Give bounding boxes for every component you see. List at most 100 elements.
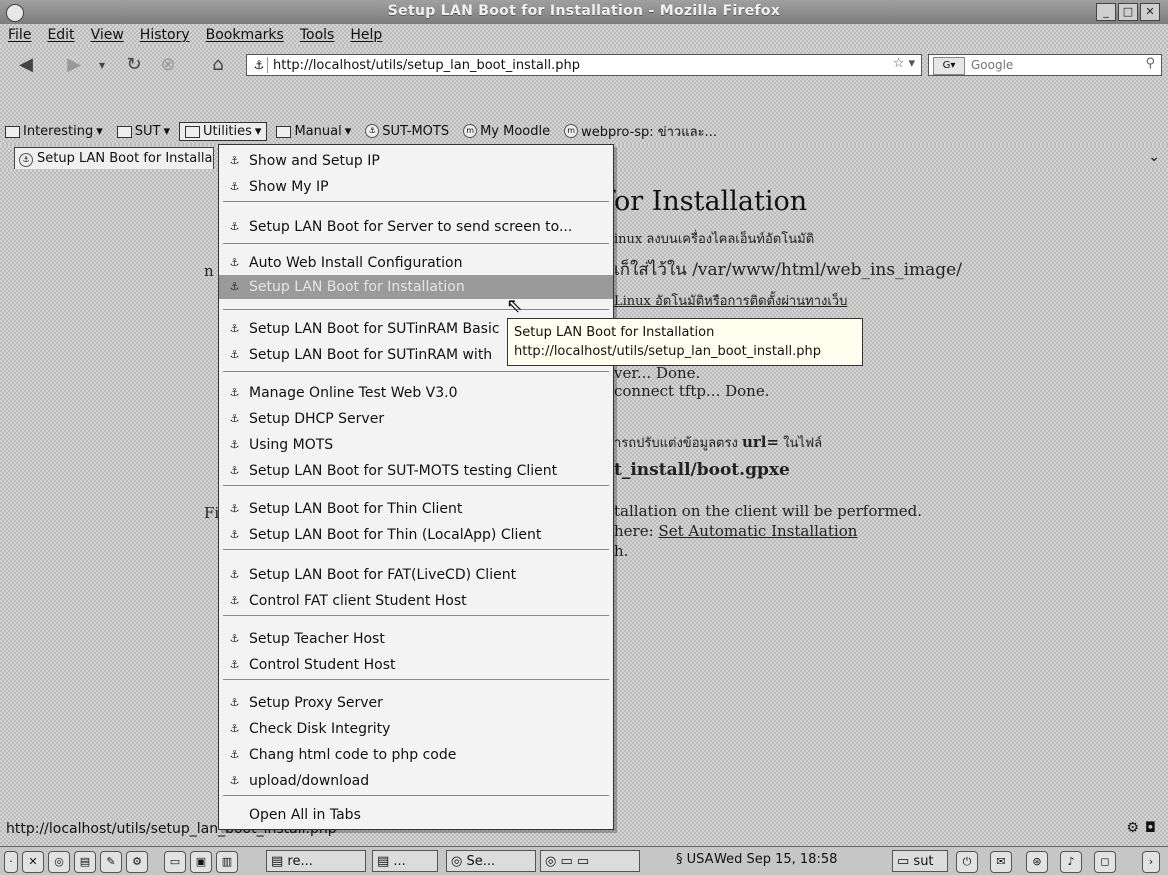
menu-item-manage-online-test-web-v3-0[interactable]: ⚓ Manage Online Test Web V3.0 xyxy=(219,381,613,405)
bookmark-webpro-sp[interactable]: m webpro-sp: ข่าวและ... xyxy=(559,120,722,143)
settings-launcher-icon[interactable]: ⚙ xyxy=(126,851,148,873)
bookmark-folder-utilities[interactable]: Utilities ▾ xyxy=(178,121,268,141)
url-bar[interactable]: ⚓ ☆ ▾ xyxy=(246,54,922,76)
reload-icon[interactable]: ↻ xyxy=(122,54,146,76)
menu-item-control-student-host[interactable]: ⚓ Control Student Host xyxy=(219,653,613,677)
taskbar-task-3[interactable]: ◎ Se... xyxy=(446,850,536,872)
menu-item-auto-web-install-configuration[interactable]: ⚓ Auto Web Install Configuration xyxy=(219,251,613,275)
chevron-down-icon: ▾ xyxy=(254,123,262,139)
bookmark-folder-sut[interactable]: SUT ▾ xyxy=(112,123,175,140)
page-line-6: ารถปรับแต่งข้อมูลตรง url= ในไฟล์ xyxy=(614,433,823,451)
page-line-8: tallation on the client will be performe… xyxy=(614,502,923,520)
page-heading: for Installation xyxy=(604,186,808,217)
taskbar: · ✕ ◎ ▤ ✎ ⚙ ▭ ▣ ▥ ▤ re... ▤ ... ◎ Se... … xyxy=(0,846,1168,875)
menu-item-setup-lan-boot-for-installation[interactable]: ⚓ Setup LAN Boot for Installation xyxy=(219,275,613,299)
menu-item-setup-lan-boot-for-thin-localapp-client[interactable]: ⚓ Setup LAN Boot for Thin (LocalApp) Clie… xyxy=(219,523,613,547)
menu-item-setup-proxy-server[interactable]: ⚓ Setup Proxy Server xyxy=(219,691,613,715)
anchor-icon: ⚓ xyxy=(229,220,240,233)
app-launcher-icon[interactable]: ✕ xyxy=(22,851,44,873)
folder-launcher-icon[interactable]: ▥ xyxy=(216,851,238,873)
set-automatic-installation-link[interactable]: Set Automatic Installation xyxy=(658,522,857,540)
menu-item-using-mots[interactable]: ⚓ Using MOTS xyxy=(219,433,613,457)
menu-item-upload-download[interactable]: ⚓ upload/download xyxy=(219,769,613,793)
page-line-10: h. xyxy=(614,542,629,560)
anchor-icon: ⚓ xyxy=(229,412,240,425)
menu-help[interactable]: Help xyxy=(342,27,390,43)
bookmark-sut-mots[interactable]: ⚓ SUT-MOTS xyxy=(360,123,454,140)
tab-active[interactable]: ⚓ Setup LAN Boot for Installation xyxy=(14,147,214,169)
menu-item-open-all-in-tabs[interactable]: Open All in Tabs xyxy=(219,803,613,827)
menu-item-setup-lan-boot-for-thin-client[interactable]: ⚓ Setup LAN Boot for Thin Client xyxy=(219,497,613,521)
list-all-tabs-icon[interactable]: ⌄ xyxy=(1148,149,1160,165)
page-link-1[interactable]: Linux อัตโนมัติหรือการติดตั้งผ่านทางเว็บ xyxy=(614,290,847,311)
folder-icon xyxy=(184,126,200,138)
anchor-icon: ⚓ xyxy=(229,154,240,167)
menu-separator xyxy=(223,615,609,616)
power-icon[interactable]: ⏻ xyxy=(956,851,978,873)
menu-separator xyxy=(223,795,609,796)
browser-launcher-icon[interactable]: ◎ xyxy=(48,851,70,873)
menu-tools[interactable]: Tools xyxy=(292,27,343,43)
search-engine-icon[interactable]: G▾ xyxy=(933,57,965,75)
addon-icon[interactable]: ⚙ xyxy=(1126,820,1145,836)
url-input[interactable] xyxy=(273,56,833,74)
tray-arrow-icon[interactable]: › xyxy=(1142,851,1160,873)
menu-item-check-disk-integrity[interactable]: ⚓ Check Disk Integrity xyxy=(219,717,613,741)
bookmark-folder-manual[interactable]: Manual ▾ xyxy=(271,123,356,140)
menu-separator xyxy=(223,201,609,202)
user-indicator[interactable]: ▭ sut xyxy=(892,850,948,872)
files-launcher-icon[interactable]: ▤ xyxy=(74,851,96,873)
utilities-dropdown-menu: ⚓ Show and Setup IP ⚓ Show My IP ⚓ Setup LAN … xyxy=(218,144,614,830)
menu-item-show-and-setup-ip[interactable]: ⚓ Show and Setup IP xyxy=(219,149,613,173)
editor-launcher-icon[interactable]: ✎ xyxy=(100,851,122,873)
forward-icon[interactable]: ▶ xyxy=(62,54,86,76)
clock[interactable]: Wed Sep 15, 18:58 xyxy=(714,852,837,867)
close-icon[interactable]: ✕ xyxy=(1140,3,1160,21)
tooltip-url: http://localhost/utils/setup_lan_boot_in… xyxy=(514,344,821,359)
menu-view[interactable]: View xyxy=(83,27,132,43)
home-icon[interactable]: ⌂ xyxy=(206,54,230,76)
taskbar-task-4[interactable]: ◎ ▭ ▭ xyxy=(540,850,640,872)
menu-bookmarks[interactable]: Bookmarks xyxy=(198,27,292,43)
menu-item-chang-html-code-to-php-code[interactable]: ⚓ Chang html code to php code xyxy=(219,743,613,767)
menu-history[interactable]: History xyxy=(132,27,198,43)
bookmark-my-moodle[interactable]: m My Moodle xyxy=(458,123,555,140)
network-icon[interactable]: ⊛ xyxy=(1026,851,1048,873)
mail-icon[interactable]: ✉ xyxy=(990,851,1012,873)
history-dropdown-icon[interactable]: ▾ xyxy=(90,54,114,76)
notification-icon[interactable]: ◻ xyxy=(1094,851,1116,873)
status-icon[interactable]: ◘ xyxy=(1145,820,1162,836)
taskbar-task-1[interactable]: ▤ re... xyxy=(266,850,366,872)
site-identity-icon[interactable]: ⚓ xyxy=(251,57,268,73)
search-bar[interactable]: G▾ ⚲ xyxy=(928,54,1162,76)
menu-file[interactable]: File xyxy=(0,27,39,43)
search-icon[interactable]: ⚲ xyxy=(1145,56,1155,71)
stop-icon[interactable]: ⊗ xyxy=(156,54,180,76)
anchor-icon: ⚓ xyxy=(365,124,380,138)
chevron-down-icon: ▾ xyxy=(163,123,170,139)
bookmark-folder-interesting[interactable]: Interesting ▾ xyxy=(0,123,108,140)
anchor-icon: ⚓ xyxy=(229,774,240,787)
show-desktop-icon[interactable]: · xyxy=(4,851,18,873)
taskbar-task-2[interactable]: ▤ ... xyxy=(372,850,438,872)
page-line-1: inux ลงบนเครื่องไคลเอ็นท์อัตโนมัติ xyxy=(614,232,815,247)
menu-separator xyxy=(223,679,609,680)
volume-icon[interactable]: ♪ xyxy=(1060,851,1082,873)
menu-item-control-fat-client-student-host[interactable]: ⚓ Control FAT client Student Host xyxy=(219,589,613,613)
window-launcher-icon[interactable]: ▣ xyxy=(190,851,212,873)
terminal-launcher-icon[interactable]: ▭ xyxy=(164,851,186,873)
search-input[interactable] xyxy=(971,56,1131,74)
back-icon[interactable]: ◀ xyxy=(14,54,38,76)
menu-item-setup-lan-boot-for-server-to-send-screen-to[interactable]: ⚓ Setup LAN Boot for Server to send scree… xyxy=(219,215,613,239)
minimize-icon[interactable]: _ xyxy=(1096,3,1116,21)
menu-item-show-my-ip[interactable]: ⚓ Show My IP xyxy=(219,175,613,199)
menu-edit[interactable]: Edit xyxy=(39,27,82,43)
menu-item-setup-dhcp-server[interactable]: ⚓ Setup DHCP Server xyxy=(219,407,613,431)
menu-separator xyxy=(223,371,609,372)
menu-item-setup-lan-boot-for-fat-livecd-client[interactable]: ⚓ Setup LAN Boot for FAT(LiveCD) Client xyxy=(219,563,613,587)
bookmark-star-icon[interactable]: ☆ ▾ xyxy=(893,56,915,71)
maximize-icon[interactable]: □ xyxy=(1118,3,1138,21)
menu-item-setup-lan-boot-for-sut-mots-testing-client[interactable]: ⚓ Setup LAN Boot for SUT-MOTS testing Cli… xyxy=(219,459,613,483)
locale-indicator[interactable]: § USA xyxy=(676,852,714,867)
menu-item-setup-teacher-host[interactable]: ⚓ Setup Teacher Host xyxy=(219,627,613,651)
